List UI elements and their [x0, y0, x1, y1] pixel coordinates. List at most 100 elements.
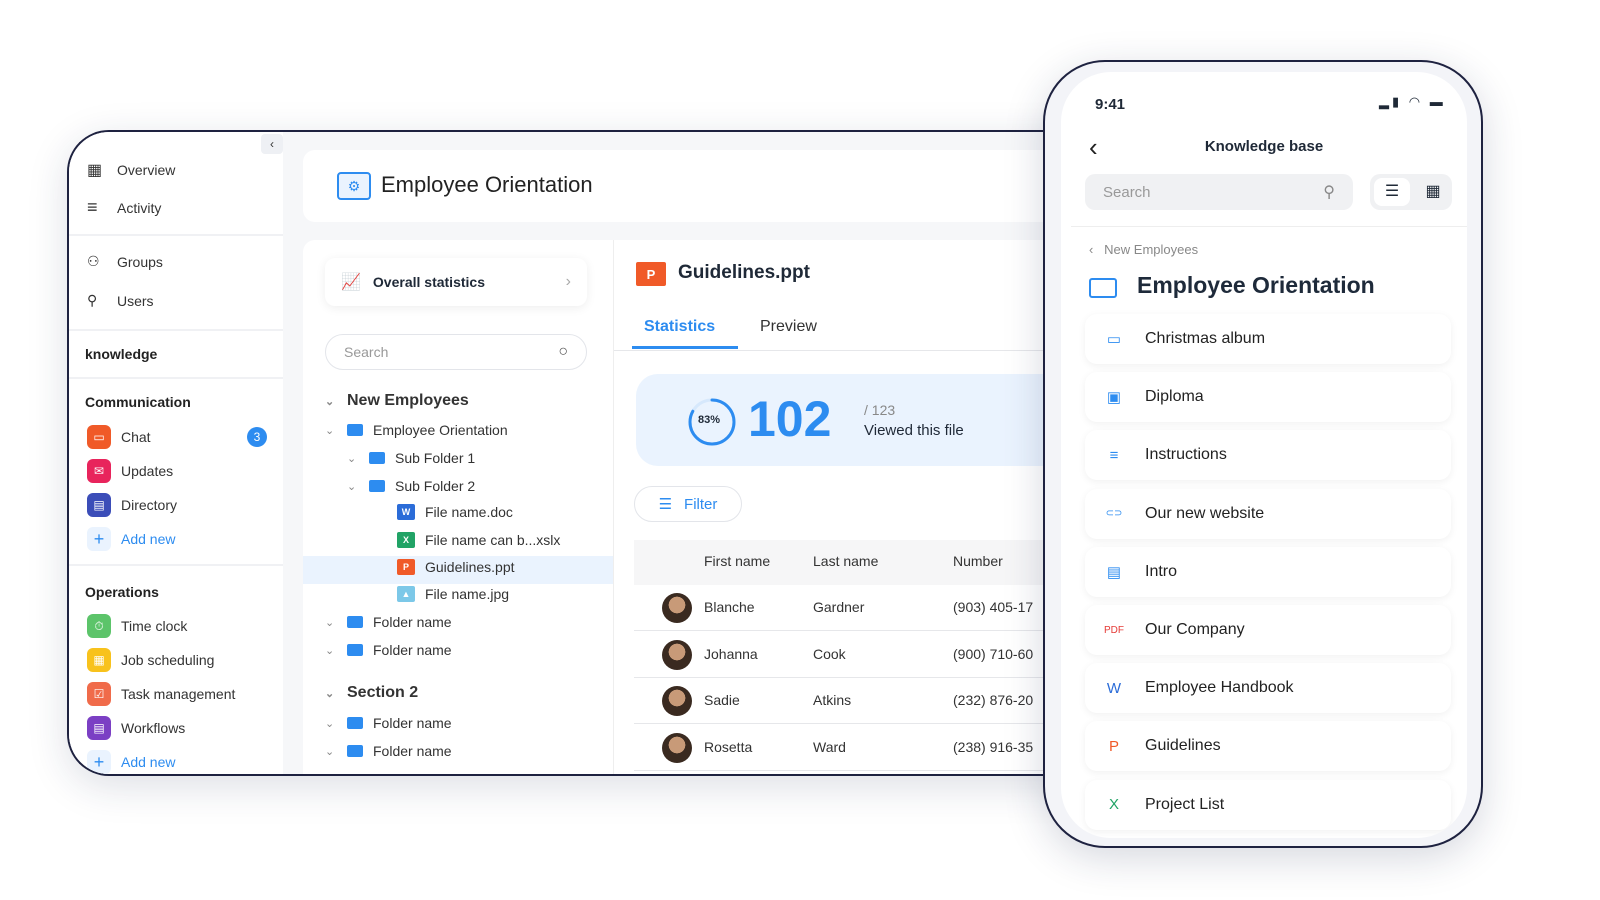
tree-node[interactable]: P Guidelines.ppt	[397, 559, 515, 575]
folder-icon	[347, 424, 363, 436]
chat-icon: ▭	[87, 425, 111, 449]
kb-item[interactable]: ▤ Intro	[1085, 546, 1451, 597]
pdf-icon: PDF	[1104, 624, 1124, 636]
tree-search-input[interactable]: Search ○	[325, 334, 587, 370]
list-view-button[interactable]: ☰	[1374, 178, 1410, 206]
excel-icon: X	[1108, 796, 1119, 814]
collapse-sidebar-button[interactable]: ‹	[261, 134, 283, 154]
video-icon: ▤	[1106, 563, 1122, 581]
table-cell: (900) 710-60	[953, 645, 1034, 662]
user-icon: ⚲	[87, 292, 98, 308]
tab-preview[interactable]: Preview	[760, 318, 817, 336]
active-tab-indicator	[632, 346, 738, 349]
powerpoint-icon: P	[636, 262, 666, 286]
tree-node[interactable]: ⌄ Sub Folder 1	[347, 450, 475, 466]
tree-node[interactable]: X File name can b...xslx	[397, 532, 560, 548]
kb-item[interactable]: ▣ Diploma	[1085, 372, 1451, 423]
chevron-down-icon: ⌄	[325, 424, 335, 437]
table-cell: Cook	[813, 645, 846, 662]
grid-view-button[interactable]: ▦	[1418, 178, 1448, 206]
sidebar-item-time-clock[interactable]: ⏱ Time clock	[87, 614, 187, 638]
tree-node[interactable]: ⌄ Sub Folder 2	[347, 478, 475, 494]
folder-icon	[1089, 278, 1117, 298]
sidebar-item-users[interactable]: ⚲ Users	[87, 292, 154, 309]
file-title: Guidelines.ppt	[678, 262, 810, 283]
folder-icon	[347, 745, 363, 757]
page-title: Employee Orientation	[381, 172, 593, 197]
add-operations-button[interactable]: + Add new	[87, 750, 175, 774]
tree-section-new-employees[interactable]: ⌄ New Employees	[325, 392, 469, 410]
sidebar-item-workflows[interactable]: ▤ Workflows	[87, 716, 185, 740]
table-cell: Sadie	[704, 692, 740, 708]
sidebar-item-groups[interactable]: ⚇ Groups	[87, 253, 163, 270]
kb-item[interactable]: W Employee Handbook	[1085, 663, 1451, 714]
sidebar-item-task-management[interactable]: ☑ Task management	[87, 682, 235, 706]
overall-statistics-button[interactable]: 📈 Overall statistics ›	[325, 258, 587, 306]
kb-item[interactable]: P Guidelines	[1085, 721, 1451, 772]
tree-node[interactable]: W File name.doc	[397, 504, 513, 520]
sidebar-item-overview[interactable]: ▦ Overview	[87, 160, 175, 180]
grid-icon: ▦	[87, 162, 103, 179]
kb-item[interactable]: PDF Our Company	[1085, 605, 1451, 655]
divider	[1071, 226, 1467, 227]
column-header[interactable]: Last name	[813, 553, 878, 569]
file-type-icon: ▲	[397, 586, 415, 602]
total-count: / 123	[864, 402, 896, 418]
avatar	[662, 593, 692, 623]
sidebar: ‹ ▦ Overview ≡ Activity ⚇ Groups ⚲ Users kno…	[69, 132, 283, 774]
file-type-icon: P	[397, 559, 415, 575]
kb-item[interactable]: ⊂⊃ Our new website	[1085, 488, 1451, 539]
sidebar-item-knowledge[interactable]: knowledge	[85, 346, 157, 362]
sidebar-item-updates[interactable]: ✉ Updates	[87, 459, 173, 483]
chevron-down-icon: ⌄	[325, 616, 335, 629]
table-cell: (232) 876-20	[953, 692, 1034, 708]
folder-icon	[347, 717, 363, 729]
kb-item[interactable]: ≡ Instructions	[1085, 430, 1451, 481]
mobile-search-input[interactable]: Search ⚲	[1085, 174, 1353, 210]
kb-item[interactable]: ▭ Christmas album	[1085, 314, 1451, 364]
chart-line-icon: 📈	[341, 274, 361, 291]
sidebar-item-activity[interactable]: ≡ Activity	[87, 197, 161, 218]
tab-statistics[interactable]: Statistics	[644, 318, 715, 336]
avatar	[662, 639, 692, 670]
viewed-label: Viewed this file	[864, 422, 964, 439]
tree-node[interactable]: ▲ File name.jpg	[397, 586, 509, 602]
filter-button[interactable]: ☰ Filter	[634, 486, 742, 522]
signal-wifi-battery-icon: ▂▮ ◠ ▬	[1379, 94, 1446, 109]
file-type-icon: W	[397, 504, 415, 520]
screen-title: Knowledge base	[1204, 138, 1324, 155]
tree-section-2[interactable]: ⌄ Section 2	[325, 684, 418, 702]
tree-node[interactable]: ⌄ Employee Orientation	[325, 422, 508, 438]
chevron-down-icon: ⌄	[325, 687, 335, 700]
word-icon: W	[1106, 679, 1122, 697]
chevron-down-icon: ⌄	[325, 717, 335, 730]
folder-icon	[347, 644, 363, 656]
avatar	[662, 732, 692, 763]
sidebar-item-chat[interactable]: ▭ Chat	[87, 425, 151, 449]
stopwatch-icon: ⏱	[87, 614, 111, 638]
tree-node[interactable]: ⌄ Folder name	[325, 642, 452, 658]
divider	[69, 377, 283, 379]
desktop-app-window: ‹ ▦ Overview ≡ Activity ⚇ Groups ⚲ Users kno…	[67, 130, 1127, 776]
text-lines-icon: ≡	[1109, 446, 1119, 464]
tree-node[interactable]: ⌄ Folder name	[325, 743, 452, 759]
file-type-icon: X	[397, 532, 415, 548]
sidebar-item-directory[interactable]: ▤ Directory	[87, 493, 177, 517]
column-header[interactable]: First name	[704, 553, 770, 569]
kb-item[interactable]: X Project List	[1085, 779, 1451, 830]
link-icon: ⊂⊃	[1105, 508, 1123, 520]
groups-icon: ⚇	[87, 253, 100, 269]
breadcrumb[interactable]: ‹ New Employees	[1089, 242, 1198, 257]
avatar	[662, 686, 692, 716]
tree-node[interactable]: ⌄ Folder name	[325, 715, 452, 731]
sidebar-item-job-scheduling[interactable]: ▦ Job scheduling	[87, 648, 214, 672]
table-cell: Blanche	[704, 599, 755, 615]
column-header[interactable]: Number	[953, 553, 1003, 569]
search-icon: ⚲	[1323, 184, 1335, 201]
table-cell: Rosetta	[704, 738, 753, 755]
task-icon: ☑	[87, 682, 111, 706]
folder-icon	[347, 616, 363, 628]
add-communication-button[interactable]: + Add new	[87, 527, 175, 551]
divider	[69, 564, 283, 566]
tree-node[interactable]: ⌄ Folder name	[325, 614, 452, 630]
